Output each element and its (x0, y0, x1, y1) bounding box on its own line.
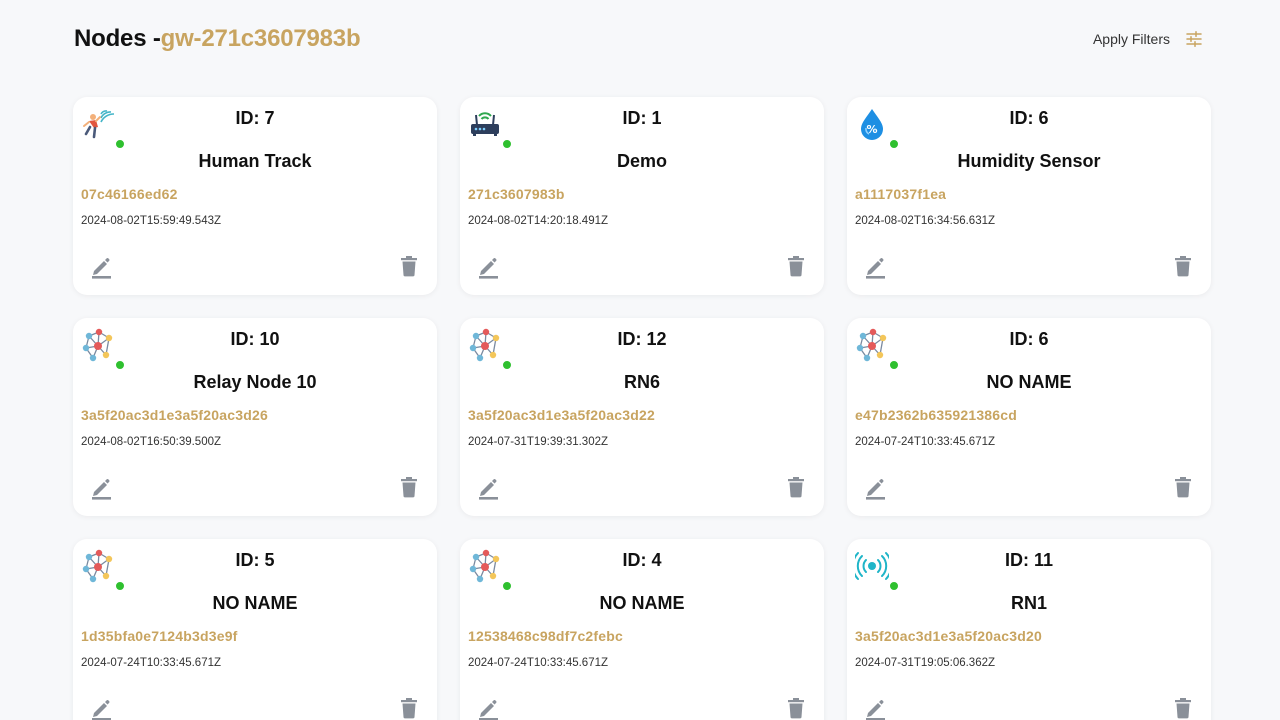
status-online-indicator (502, 139, 512, 149)
node-mac: 12538468c98df7c2febc (468, 628, 624, 644)
node-card[interactable]: ID: 12 RN6 3a5f20ac3d1e3a5f20ac3d22 2024… (460, 318, 824, 516)
node-mac: 271c3607983b (468, 186, 565, 202)
delete-icon[interactable] (1174, 476, 1192, 498)
delete-icon[interactable] (400, 697, 418, 719)
node-mac: 3a5f20ac3d1e3a5f20ac3d22 (468, 407, 655, 423)
node-id: ID: 5 (235, 550, 275, 570)
status-online-indicator (502, 360, 512, 370)
delete-icon[interactable] (1174, 255, 1192, 277)
edit-icon[interactable] (90, 697, 112, 720)
node-card[interactable]: ID: 1 Demo 271c3607983b 2024-08-02T14:20… (460, 97, 824, 295)
status-online-indicator (115, 139, 125, 149)
node-name: NO NAME (599, 593, 685, 613)
gateway-id: gw-271c3607983b (160, 25, 361, 52)
node-mac: 1d35bfa0e7124b3d3e9f (81, 628, 238, 644)
nodes-grid: ID: 7 Human Track 07c46166ed62 2024-08-0… (73, 97, 1211, 720)
node-card[interactable]: ID: 6 NO NAME e47b2362b635921386cd 2024-… (847, 318, 1211, 516)
node-name: Humidity Sensor (957, 151, 1101, 171)
status-online-indicator (115, 581, 125, 591)
node-timestamp: 2024-08-02T16:50:39.500Z (81, 436, 222, 448)
page-title-prefix: Nodes - (74, 25, 161, 52)
status-online-indicator (889, 581, 899, 591)
status-online-indicator (502, 581, 512, 591)
edit-icon[interactable] (477, 255, 499, 279)
node-name: Human Track (198, 151, 312, 171)
node-timestamp: 2024-07-24T10:33:45.671Z (81, 657, 222, 669)
node-id: ID: 1 (622, 108, 662, 128)
filter-sliders-icon[interactable] (1186, 31, 1202, 47)
delete-icon[interactable] (1174, 697, 1192, 719)
node-card[interactable]: ID: 4 NO NAME 12538468c98df7c2febc 2024-… (460, 539, 824, 720)
node-name: RN6 (623, 372, 660, 392)
node-card[interactable]: ID: 7 Human Track 07c46166ed62 2024-08-0… (73, 97, 437, 295)
status-online-indicator (889, 360, 899, 370)
delete-icon[interactable] (787, 697, 805, 719)
node-name: Demo (616, 151, 667, 171)
status-online-indicator (115, 360, 125, 370)
node-id: ID: 10 (230, 329, 280, 349)
node-timestamp: 2024-08-02T14:20:18.491Z (468, 215, 609, 227)
node-timestamp: 2024-08-02T15:59:49.543Z (81, 215, 222, 227)
edit-icon[interactable] (864, 697, 886, 720)
edit-icon[interactable] (90, 255, 112, 279)
node-name: RN1 (1010, 593, 1047, 613)
node-mac: e47b2362b635921386cd (855, 407, 1018, 423)
status-online-indicator (889, 139, 899, 149)
node-name: Relay Node 10 (193, 372, 317, 392)
delete-icon[interactable] (400, 255, 418, 277)
node-mac: 3a5f20ac3d1e3a5f20ac3d26 (81, 407, 268, 423)
delete-icon[interactable] (787, 255, 805, 277)
node-timestamp: 2024-07-24T10:33:45.671Z (855, 436, 996, 448)
node-id: ID: 11 (1004, 550, 1054, 570)
edit-icon[interactable] (90, 476, 112, 500)
node-id: ID: 7 (235, 108, 275, 128)
edit-icon[interactable] (864, 476, 886, 500)
node-timestamp: 2024-07-24T10:33:45.671Z (468, 657, 609, 669)
node-name: NO NAME (986, 372, 1072, 392)
node-mac: a1117037f1ea (855, 186, 947, 202)
apply-filters-button[interactable]: Apply Filters (1093, 31, 1206, 47)
node-mac: 07c46166ed62 (81, 186, 178, 202)
node-timestamp: 2024-07-31T19:39:31.302Z (468, 436, 609, 448)
page-title: Nodes -gw-271c3607983b (74, 25, 361, 53)
node-card[interactable]: % ID: 6 Humidity Sensor a1117037f1ea 202… (847, 97, 1211, 295)
node-card[interactable]: ID: 5 NO NAME 1d35bfa0e7124b3d3e9f 2024-… (73, 539, 437, 720)
node-card[interactable]: ID: 11 RN1 3a5f20ac3d1e3a5f20ac3d20 2024… (847, 539, 1211, 720)
edit-icon[interactable] (477, 697, 499, 720)
node-id: ID: 6 (1009, 329, 1049, 349)
apply-filters-label: Apply Filters (1092, 31, 1170, 47)
node-card[interactable]: ID: 10 Relay Node 10 3a5f20ac3d1e3a5f20a… (73, 318, 437, 516)
edit-icon[interactable] (864, 255, 886, 279)
page-header: Nodes -gw-271c3607983b Apply Filters (74, 24, 1206, 54)
node-timestamp: 2024-08-02T16:34:56.631Z (855, 215, 996, 227)
delete-icon[interactable] (400, 476, 418, 498)
delete-icon[interactable] (787, 476, 805, 498)
node-id: ID: 6 (1009, 108, 1049, 128)
node-mac: 3a5f20ac3d1e3a5f20ac3d20 (855, 628, 1042, 644)
node-name: NO NAME (212, 593, 298, 613)
node-id: ID: 4 (622, 550, 662, 570)
node-timestamp: 2024-07-31T19:05:06.362Z (855, 657, 996, 669)
node-id: ID: 12 (617, 329, 667, 349)
edit-icon[interactable] (477, 476, 499, 500)
